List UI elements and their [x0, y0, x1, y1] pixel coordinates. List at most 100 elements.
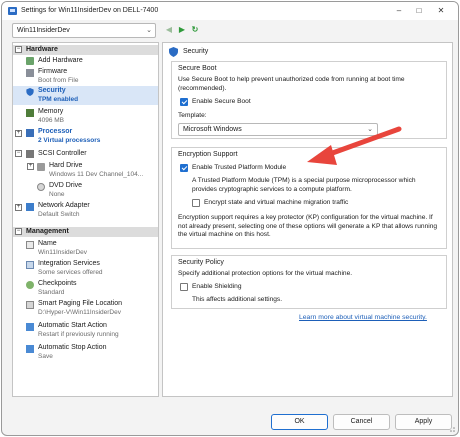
network-adapter-icon: [26, 203, 34, 211]
group-title: Encryption Support: [178, 151, 238, 158]
tree-item-detail: Windows 11 Dev Channel_104...: [49, 171, 144, 178]
tree-item-label: Automatic Stop Action: [38, 344, 107, 351]
tree-item-detail: None: [49, 191, 65, 198]
tree-item-detail: D:\Hyper-V\Win11InsiderDev: [38, 309, 121, 316]
cancel-button[interactable]: Cancel: [333, 414, 390, 430]
back-arrow-icon[interactable]: ◀: [164, 24, 174, 36]
enable-tpm-checkbox[interactable]: [180, 164, 188, 172]
tree-item-label: Smart Paging File Location: [38, 300, 123, 307]
tree-item-label: Name: [38, 240, 57, 247]
minimize-button[interactable]: –: [390, 4, 408, 18]
shield-icon: [26, 88, 34, 96]
tree-item-smart-paging[interactable]: Smart Paging File Location D:\Hyper-V\Wi…: [13, 299, 158, 317]
settings-tree: − Hardware Add Hardware Firmware Boot fr…: [12, 42, 159, 397]
forward-arrow-icon[interactable]: ▶: [177, 24, 187, 36]
template-label: Template:: [178, 112, 207, 119]
checkbox-label: Encrypt state and virtual machine migrat…: [204, 199, 349, 206]
tree-item-detail: Default Switch: [38, 211, 80, 218]
expand-icon[interactable]: +: [27, 163, 34, 170]
group-title: Security Policy: [178, 259, 224, 266]
tree-item-memory[interactable]: Memory 4096 MB: [13, 107, 158, 125]
tree-item-integration-services[interactable]: Integration Services Some services offer…: [13, 259, 158, 277]
red-arrow-annotation: [307, 126, 402, 165]
security-policy-group: Security Policy Specify additional prote…: [171, 255, 447, 309]
enable-shielding-checkbox[interactable]: [180, 283, 188, 291]
tree-item-label: SCSI Controller: [38, 150, 87, 157]
hyper-v-app-icon: [8, 7, 17, 15]
vm-selector-value: Win11InsiderDev: [17, 27, 70, 34]
checkbox-label: Enable Trusted Platform Module: [192, 164, 287, 171]
title-bar: Settings for Win11InsiderDev on DELL-740…: [2, 2, 458, 20]
tpm-description: A Trusted Platform Module (TPM) is a spe…: [192, 177, 416, 193]
expand-icon[interactable]: +: [15, 204, 22, 211]
tree-item-label: Network Adapter: [38, 202, 90, 209]
paging-file-icon: [26, 301, 34, 309]
tree-item-hard-drive[interactable]: + Hard Drive Windows 11 Dev Channel_104.…: [13, 161, 158, 179]
refresh-icon[interactable]: ↻: [190, 24, 200, 36]
tree-item-add-hardware[interactable]: Add Hardware: [13, 56, 158, 66]
expand-icon[interactable]: +: [15, 130, 22, 137]
tree-item-detail: Some services offered: [38, 269, 103, 276]
collapse-icon[interactable]: −: [15, 46, 22, 53]
policy-description: Specify additional protection options fo…: [178, 270, 353, 277]
page-title: Security: [183, 48, 209, 55]
processor-icon: [26, 129, 34, 137]
ok-button[interactable]: OK: [271, 414, 328, 430]
encryption-note: Encryption support requires a key protec…: [178, 214, 438, 238]
hardware-section-header[interactable]: − Hardware: [13, 45, 158, 55]
tree-item-dvd-drive[interactable]: DVD Drive None: [13, 181, 158, 199]
tree-item-checkpoints[interactable]: Checkpoints Standard: [13, 279, 158, 297]
tree-item-detail: Standard: [38, 289, 65, 296]
encrypt-traffic-checkbox[interactable]: [192, 199, 200, 207]
scsi-controller-icon: [26, 150, 34, 158]
collapse-icon[interactable]: −: [15, 150, 22, 157]
settings-window: Settings for Win11InsiderDev on DELL-740…: [1, 1, 459, 436]
tree-item-automatic-stop[interactable]: Automatic Stop Action Save: [13, 343, 158, 361]
template-value: Microsoft Windows: [183, 126, 242, 133]
resize-grip-icon[interactable]: [447, 424, 455, 432]
group-title: Secure Boot: [178, 65, 217, 72]
enable-secure-boot-checkbox[interactable]: [180, 98, 188, 106]
name-tag-icon: [26, 241, 34, 249]
tree-item-name[interactable]: Name Win11InsiderDev: [13, 239, 158, 257]
tree-item-label: DVD Drive: [49, 182, 83, 189]
checkbox-label: Enable Secure Boot: [192, 98, 251, 105]
integration-services-icon: [26, 261, 34, 269]
tree-item-firmware[interactable]: Firmware Boot from File: [13, 67, 158, 85]
tree-item-automatic-start[interactable]: Automatic Start Action Restart if previo…: [13, 321, 158, 339]
tree-item-detail: 2 Virtual processors: [38, 137, 101, 144]
tree-item-processor[interactable]: + Processor 2 Virtual processors: [13, 127, 158, 146]
collapse-icon[interactable]: −: [15, 228, 22, 235]
add-hardware-icon: [26, 57, 34, 65]
tree-item-label: Add Hardware: [38, 57, 83, 64]
tree-item-detail: Restart if previously running: [38, 331, 119, 338]
tree-item-detail: TPM enabled: [38, 96, 79, 103]
apply-button[interactable]: Apply: [395, 414, 452, 430]
shield-icon: [169, 47, 178, 57]
secure-boot-description: Use Secure Boot to help prevent unauthor…: [178, 76, 405, 92]
firmware-chip-icon: [26, 69, 34, 77]
tree-item-label: Automatic Start Action: [38, 322, 107, 329]
security-panel: Security Secure Boot Use Secure Boot to …: [162, 42, 453, 397]
tree-item-network-adapter[interactable]: + Network Adapter Default Switch: [13, 201, 158, 219]
dvd-disc-icon: [37, 183, 45, 191]
tree-item-detail: Win11InsiderDev: [38, 249, 88, 256]
tree-item-label: Checkpoints: [38, 280, 77, 287]
hardware-section-label: Hardware: [26, 46, 58, 53]
tree-item-label: Firmware: [38, 68, 68, 75]
stop-action-icon: [26, 345, 34, 353]
maximize-button[interactable]: □: [410, 4, 428, 18]
learn-more-link[interactable]: Learn more about virtual machine securit…: [299, 314, 427, 321]
start-action-icon: [26, 323, 34, 331]
window-title: Settings for Win11InsiderDev on DELL-740…: [21, 7, 159, 14]
tree-item-detail: Save: [38, 353, 53, 360]
tree-item-scsi-controller[interactable]: − SCSI Controller: [13, 149, 158, 159]
tree-item-label: Memory: [38, 108, 64, 115]
shielding-note: This affects additional settings.: [192, 296, 283, 303]
vm-selector[interactable]: Win11InsiderDev ⌄: [12, 23, 156, 38]
tree-item-label: Integration Services: [38, 260, 100, 267]
management-section-header[interactable]: − Management: [13, 227, 158, 237]
management-section-label: Management: [26, 228, 69, 235]
close-button[interactable]: ✕: [432, 4, 450, 18]
tree-item-security[interactable]: Security TPM enabled: [13, 86, 158, 105]
